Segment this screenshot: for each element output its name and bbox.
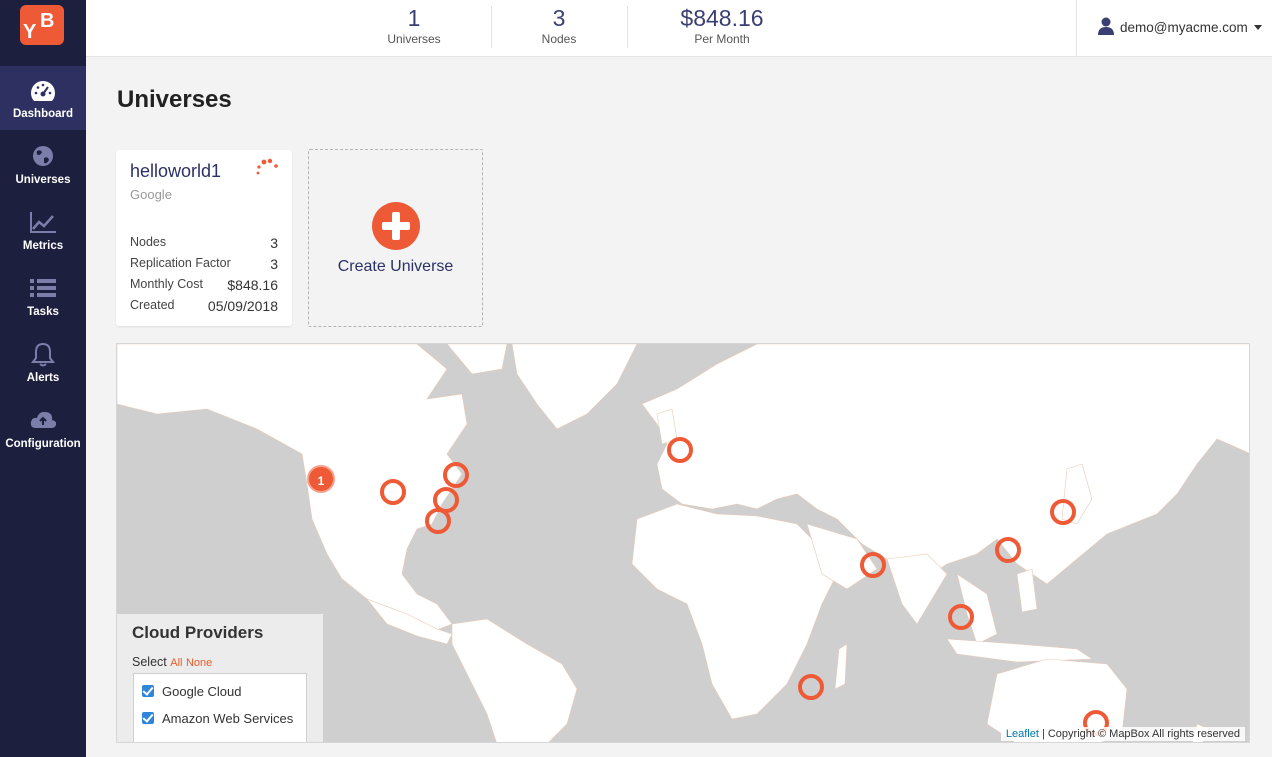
row-value: 05/09/2018 <box>207 298 278 314</box>
svg-text:B: B <box>40 10 54 32</box>
cloud-upload-icon <box>30 411 57 428</box>
top-header: 1 Universes 3 Nodes $848.16 Per Month de… <box>86 0 1272 57</box>
status-dots-icon <box>256 158 278 175</box>
sidebar: Y B Dashboard Universes Metrics Tasks Al… <box>0 0 86 757</box>
map-region-marker[interactable] <box>380 479 406 505</box>
map-region-marker[interactable] <box>860 552 886 578</box>
user-icon <box>1098 17 1114 35</box>
map-region-marker[interactable] <box>667 437 693 463</box>
sidebar-item-tasks[interactable]: Tasks <box>0 264 86 328</box>
map-cluster-marker[interactable]: 1 <box>307 465 335 493</box>
stat-value: 3 <box>552 5 566 31</box>
map-region-marker[interactable] <box>995 537 1021 563</box>
stat-cost: $848.16 Per Month <box>664 4 780 46</box>
sidebar-item-label: Configuration <box>5 438 81 450</box>
sidebar-item-configuration[interactable]: Configuration <box>0 396 86 460</box>
provider-select-row: Select All None <box>132 655 212 669</box>
stat-value: 1 <box>407 5 421 31</box>
chevron-down-icon <box>1253 25 1262 30</box>
map-region-marker[interactable] <box>798 674 824 700</box>
universe-name[interactable]: helloworld1 <box>130 161 221 182</box>
create-universe-label[interactable]: Create Universe <box>309 258 482 276</box>
stat-nodes: 3 Nodes <box>519 4 599 46</box>
stat-value: $848.16 <box>680 5 764 31</box>
stat-divider <box>627 6 628 48</box>
user-email: demo@myacme.com <box>1120 20 1248 35</box>
provider-label: Google Cloud <box>162 684 242 699</box>
yugabyte-logo[interactable]: Y B <box>20 5 64 45</box>
user-menu[interactable]: demo@myacme.com <box>1098 17 1262 35</box>
row-label: Replication Factor <box>130 256 231 270</box>
checkbox[interactable] <box>142 712 154 724</box>
row-value: 3 <box>270 235 278 251</box>
provider-item-google-cloud[interactable]: Google Cloud <box>142 684 242 699</box>
leaflet-link[interactable]: Leaflet <box>1006 728 1039 740</box>
checkbox[interactable] <box>142 685 154 697</box>
row-label: Created <box>130 298 175 312</box>
universe-provider: Google <box>130 187 172 202</box>
stat-divider <box>491 6 492 48</box>
stat-label: Per Month <box>694 32 750 46</box>
stat-label: Universes <box>387 32 441 46</box>
user-divider <box>1076 0 1077 57</box>
sidebar-item-alerts[interactable]: Alerts <box>0 330 86 394</box>
sidebar-item-label: Dashboard <box>12 108 74 120</box>
provider-list: Google Cloud Amazon Web Services <box>133 673 307 742</box>
row-label: Nodes <box>130 235 167 249</box>
sidebar-item-dashboard[interactable]: Dashboard <box>0 66 86 130</box>
universe-row-created: Created 05/09/2018 <box>130 298 278 314</box>
universe-row-nodes: Nodes 3 <box>130 235 278 251</box>
create-universe-card[interactable]: Create Universe <box>308 149 483 327</box>
row-value: 3 <box>270 256 278 272</box>
map-region-marker[interactable] <box>948 604 974 630</box>
select-none-link[interactable]: None <box>186 657 212 669</box>
universe-card[interactable]: helloworld1 Google Nodes 3 Replication F… <box>116 150 292 326</box>
chart-line-icon <box>30 212 56 233</box>
universe-row-cost: Monthly Cost $848.16 <box>130 277 278 293</box>
row-value: $848.16 <box>227 277 278 293</box>
provider-label: Amazon Web Services <box>162 711 294 726</box>
dashboard-icon <box>30 81 56 101</box>
map-attribution: Leaflet | Copyright © MapBox All rights … <box>1000 727 1245 741</box>
sidebar-item-label: Metrics <box>22 240 64 252</box>
sidebar-item-metrics[interactable]: Metrics <box>0 198 86 262</box>
map-region-marker[interactable] <box>425 508 451 534</box>
cloud-providers-panel: Cloud Providers Select All None Google C… <box>117 614 323 742</box>
row-label: Monthly Cost <box>130 277 203 291</box>
sidebar-item-label: Alerts <box>26 372 60 384</box>
stat-universes: 1 Universes <box>372 4 456 46</box>
universe-row-replication: Replication Factor 3 <box>130 256 278 272</box>
select-all-link[interactable]: All <box>170 657 182 669</box>
sidebar-item-label: Tasks <box>27 306 59 318</box>
page-title: Universes <box>117 86 232 113</box>
cloud-providers-title: Cloud Providers <box>132 623 264 642</box>
select-label: Select <box>132 655 167 669</box>
globe-icon <box>33 146 53 166</box>
sidebar-item-universes[interactable]: Universes <box>0 132 86 196</box>
world-map[interactable]: 1 Cloud Providers Select All None Google… <box>116 343 1250 743</box>
sidebar-item-label: Universes <box>15 174 71 186</box>
plus-circle-icon[interactable] <box>371 201 421 251</box>
bell-icon <box>31 342 55 367</box>
attribution-text: | Copyright © MapBox All rights reserved <box>1038 728 1240 740</box>
list-icon <box>30 279 56 297</box>
map-region-marker[interactable] <box>443 462 469 488</box>
svg-text:Y: Y <box>23 21 37 43</box>
map-region-marker[interactable] <box>1050 499 1076 525</box>
stat-label: Nodes <box>541 32 577 46</box>
provider-item-aws[interactable]: Amazon Web Services <box>142 711 293 726</box>
